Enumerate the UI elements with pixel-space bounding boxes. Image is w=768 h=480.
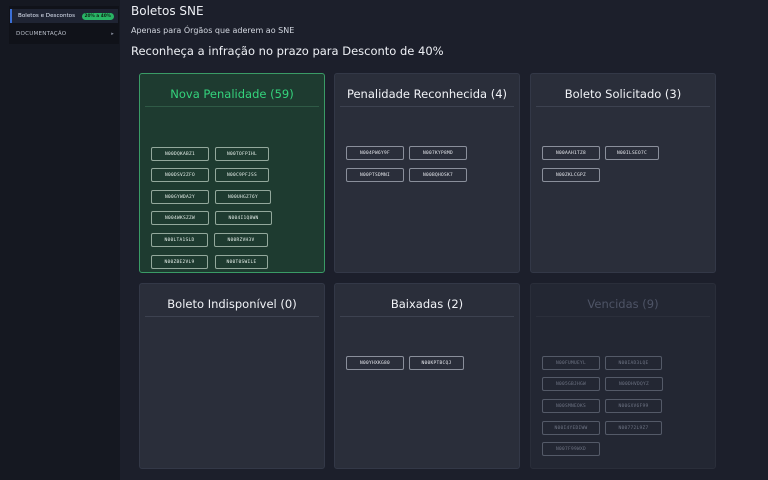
card-nova-penalidade: Nova Penalidade (59) N00DQKABZ1 N00TOFPI… xyxy=(139,73,325,273)
divider xyxy=(536,316,710,317)
sidebar-item-boletos-descontos[interactable]: Boletos e Descontos 20% a 40% xyxy=(10,9,118,23)
infraction-chip[interactable]: N00T0SWILE xyxy=(215,255,268,269)
infraction-chip[interactable]: N00ZBE2VL9 xyxy=(151,255,208,269)
infraction-chip[interactable]: N00PTSDMNI xyxy=(346,168,404,182)
card-title: Baixadas (2) xyxy=(390,297,464,311)
divider xyxy=(145,106,319,107)
infraction-chip[interactable]: N007KYP8MD xyxy=(409,146,467,160)
divider xyxy=(145,316,319,317)
infraction-chip[interactable]: N00SMNEOKS xyxy=(542,399,600,413)
infraction-chip[interactable]: N00AAH1TZ8 xyxy=(542,146,600,160)
card-title: Boleto Indisponível (0) xyxy=(167,297,297,311)
infraction-chip[interactable]: N007F99WXD xyxy=(542,442,600,456)
sidebar-item-label: Boletos e Descontos xyxy=(18,13,76,19)
card-boleto-solicitado: Boleto Solicitado (3) N00AAH1TZ8 N00ILSE… xyxy=(530,73,716,273)
sidebar-item-documentacao[interactable]: DOCUMENTAÇÃO ▸ xyxy=(10,27,118,41)
infraction-chip[interactable]: N00BQHOSK7 xyxy=(409,168,467,182)
infraction-chip[interactable]: N00GXV6F99 xyxy=(605,399,662,413)
infraction-chip[interactable]: N00DHVDQYZ xyxy=(605,377,663,391)
page-subtitle: Apenas para Órgãos que aderem ao SNE xyxy=(131,26,295,35)
card-penalidade-reconhecida: Penalidade Reconhecida (4) N004PW6Y9F N0… xyxy=(334,73,520,273)
infraction-chip[interactable]: N004WKSZZW xyxy=(151,211,209,225)
divider xyxy=(340,106,514,107)
infraction-chip[interactable]: N00DQKABZ1 xyxy=(151,147,209,161)
infraction-chip[interactable]: N00C9PFJSS xyxy=(215,168,269,182)
infraction-chip[interactable]: N004I1Q8WN xyxy=(215,211,272,225)
chevron-right-icon: ▸ xyxy=(111,31,114,37)
card-title: Vencidas (9) xyxy=(587,297,659,311)
infraction-chip[interactable]: N00IAD3LQE xyxy=(605,356,662,370)
divider xyxy=(340,316,514,317)
discount-badge: 20% a 40% xyxy=(81,12,114,20)
card-vencidas: Vencidas (9) N00FUMUEYL N00IAD3LQE N005G… xyxy=(530,283,716,469)
infraction-chip[interactable]: N00I4YEDIWW xyxy=(542,421,600,435)
infraction-chip[interactable]: N00GYWDA2Y xyxy=(151,190,209,204)
card-boleto-indisponivel: Boleto Indisponível (0) xyxy=(139,283,325,469)
infraction-chip[interactable]: N00ZKLCGPZ xyxy=(542,168,600,182)
infraction-chip[interactable]: N00TOFPIHL xyxy=(215,147,269,161)
infraction-chip[interactable]: N00772L9Z7 xyxy=(605,421,662,435)
infraction-chip[interactable]: N00RZVH3V xyxy=(214,233,268,247)
infraction-chip[interactable]: N005GBJHGW xyxy=(542,377,600,391)
infraction-chip[interactable]: N00DSV2ZFO xyxy=(151,168,209,182)
discount-headline: Reconheça a infração no prazo para Desco… xyxy=(131,44,444,58)
card-title: Penalidade Reconhecida (4) xyxy=(346,87,508,101)
infraction-chip[interactable]: N00UHGZ76Y xyxy=(215,190,271,204)
card-title: Boleto Solicitado (3) xyxy=(564,87,682,101)
page-title: Boletos SNE xyxy=(131,4,204,18)
infraction-chip[interactable]: N00ILSEO7C xyxy=(605,146,659,160)
divider xyxy=(536,106,710,107)
sidebar: Boletos e Descontos 20% a 40% DOCUMENTAÇ… xyxy=(0,0,120,480)
infraction-chip[interactable]: N00KPTBCQJ xyxy=(409,356,464,370)
sidebar-item-label: DOCUMENTAÇÃO xyxy=(16,31,67,37)
infraction-chip[interactable]: N004PW6Y9F xyxy=(346,146,404,160)
infraction-chip[interactable]: N00FUMUEYL xyxy=(542,356,600,370)
infraction-chip[interactable]: N00YHXKG80 xyxy=(346,356,404,370)
card-title: Nova Penalidade (59) xyxy=(170,87,294,101)
infraction-chip[interactable]: N00LTA1SLD xyxy=(151,233,208,247)
card-baixadas: Baixadas (2) N00YHXKG80 N00KPTBCQJ xyxy=(334,283,520,469)
